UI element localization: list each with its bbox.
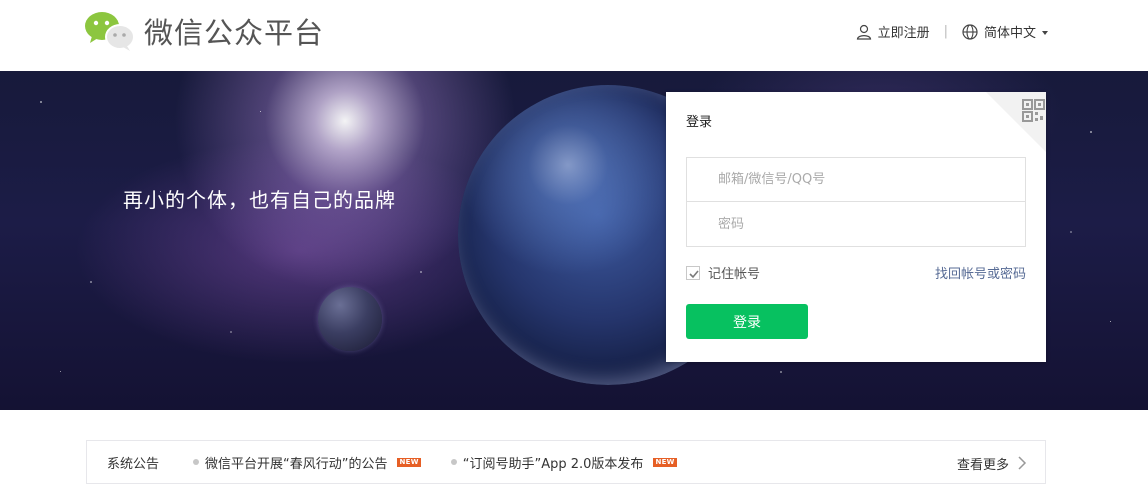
remember-account[interactable]: 记住帐号 <box>686 263 760 282</box>
notice-item-text: “订阅号助手”App 2.0版本发布 <box>462 456 644 472</box>
new-badge: NEW <box>653 457 677 467</box>
password-input[interactable] <box>686 202 1026 247</box>
remember-label: 记住帐号 <box>708 267 761 282</box>
bullet-icon <box>450 459 457 465</box>
new-badge: NEW <box>397 457 421 467</box>
system-notice-bar: 系统公告 微信平台开展“春风行动”的公告 NEW “订阅号助手”App 2.0版… <box>86 440 1046 484</box>
remember-checkbox[interactable] <box>686 265 700 280</box>
globe-icon <box>962 23 978 40</box>
logo[interactable]: 微信公众平台 <box>84 10 324 52</box>
header-separator: | <box>943 24 948 39</box>
check-icon <box>689 269 699 278</box>
chevron-right-icon <box>1018 456 1027 470</box>
user-icon <box>856 24 871 40</box>
username-input[interactable] <box>686 157 1026 202</box>
view-more-link[interactable]: 查看更多 <box>957 441 1027 485</box>
notice-item[interactable]: “订阅号助手”App 2.0版本发布 NEW <box>450 453 677 472</box>
language-label: 简体中文 <box>983 26 1036 41</box>
header-nav: 立即注册 | 简体中文 <box>856 22 1048 41</box>
chevron-down-icon <box>1042 30 1048 35</box>
top-header: 微信公众平台 立即注册 | 简体中文 <box>0 0 1148 71</box>
login-button[interactable]: 登录 <box>686 304 808 339</box>
language-select[interactable]: 简体中文 <box>962 22 1048 41</box>
notice-item[interactable]: 微信平台开展“春风行动”的公告 NEW <box>193 453 421 472</box>
forgot-password-link[interactable]: 找回帐号或密码 <box>935 263 1026 282</box>
login-panel: 登录 记住帐号 找回帐号或密码 登录 <box>666 92 1046 362</box>
notice-item-text: 微信平台开展“春风行动”的公告 <box>205 456 388 472</box>
notice-title: 系统公告 <box>107 456 160 472</box>
bullet-icon <box>193 459 199 465</box>
logo-text: 微信公众平台 <box>144 16 325 50</box>
register-link[interactable]: 立即注册 <box>856 22 930 41</box>
moon-image <box>318 287 382 351</box>
banner-slogan: 再小的个体，也有自己的品牌 <box>123 188 396 212</box>
qrcode-login-toggle[interactable] <box>986 92 1046 152</box>
register-label: 立即注册 <box>877 26 930 41</box>
login-title: 登录 <box>686 115 713 130</box>
wechat-logo-icon <box>84 10 136 52</box>
view-more-label: 查看更多 <box>956 457 1009 473</box>
